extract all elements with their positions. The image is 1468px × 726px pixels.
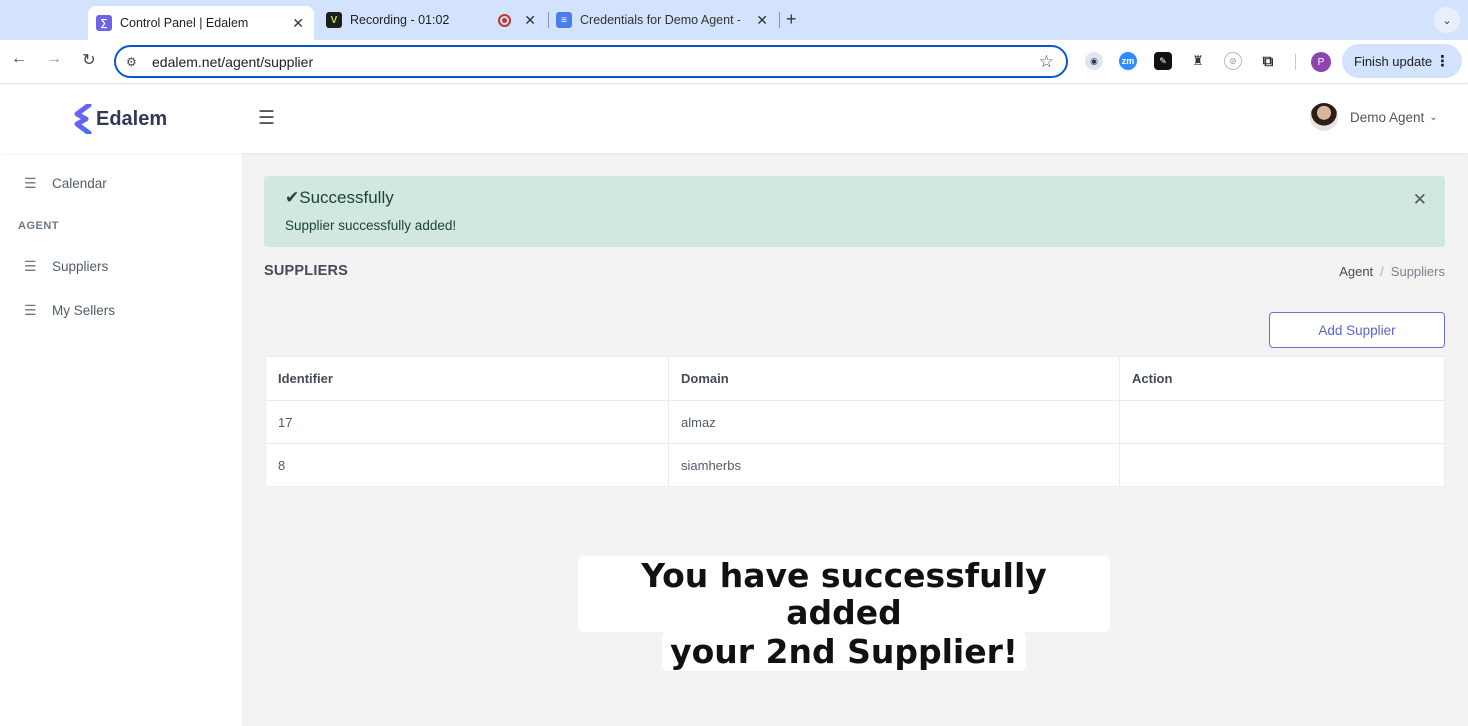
menu-hamburger-icon[interactable]: ☰: [258, 107, 275, 130]
close-icon[interactable]: ✕: [1413, 190, 1427, 210]
sidebar-item-label: Calendar: [52, 176, 107, 191]
extension-compass-icon[interactable]: ⊘: [1224, 52, 1242, 70]
url-text[interactable]: edalem.net/agent/supplier: [152, 54, 313, 70]
table-row[interactable]: 17 almaz: [265, 400, 1445, 444]
sidebar-item-calendar[interactable]: ☰ Calendar: [24, 175, 107, 192]
tab-title: Control Panel | Edalem: [120, 16, 249, 30]
cell-identifier: 17: [265, 400, 669, 444]
suppliers-table: Identifier Domain Action 17 almaz 8 siam…: [265, 356, 1445, 487]
extension-lens-icon[interactable]: ◉: [1085, 52, 1103, 70]
tab-divider: [548, 12, 549, 28]
caption-line-2: your 2nd Supplier!: [662, 632, 1026, 671]
cell-domain: siamherbs: [668, 443, 1120, 487]
tab-control-panel[interactable]: ∑ Control Panel | Edalem ✕: [88, 6, 314, 40]
brand-name: Edalem: [96, 107, 168, 130]
extension-zoom-icon[interactable]: zm: [1119, 52, 1137, 70]
cell-identifier: 8: [265, 443, 669, 487]
breadcrumb-agent[interactable]: Agent: [1339, 264, 1373, 279]
cell-domain: almaz: [668, 400, 1120, 444]
page-title: SUPPLIERS: [264, 263, 348, 279]
browser-toolbar: ← → ↻ ⚙ edalem.net/agent/supplier ☆ ◉ zm…: [0, 40, 1468, 84]
success-alert: ✔Successfully Supplier successfully adde…: [264, 176, 1445, 247]
sidebar-item-label: Suppliers: [52, 259, 109, 274]
browser-tab-bar: ∑ Control Panel | Edalem ✕ V Recording -…: [0, 0, 1468, 40]
tab-recording[interactable]: V Recording - 01:02 ✕: [326, 6, 546, 34]
reload-icon[interactable]: ↻: [78, 50, 100, 70]
forward-arrow-icon[interactable]: →: [43, 50, 65, 68]
finish-update-button[interactable]: Finish update ⋮: [1342, 44, 1462, 78]
vimeo-favicon-icon: V: [326, 12, 342, 28]
finish-update-label: Finish update: [1354, 53, 1433, 69]
extension-pen-icon[interactable]: ✎: [1154, 52, 1172, 70]
user-name: Demo Agent: [1350, 109, 1425, 125]
google-docs-favicon-icon: ≡: [556, 12, 572, 28]
tutorial-caption: You have successfully added your 2nd Sup…: [578, 556, 1110, 671]
cell-action: [1119, 400, 1445, 444]
address-bar[interactable]: ⚙ edalem.net/agent/supplier ☆: [114, 45, 1068, 78]
extension-stamp-icon[interactable]: ♜: [1189, 52, 1207, 70]
alert-title-text: Successfully: [299, 188, 394, 207]
tab-credentials[interactable]: ≡ Credentials for Demo Agent - ✕: [556, 6, 778, 34]
breadcrumb-current: Suppliers: [1390, 264, 1445, 279]
column-header-action[interactable]: Action: [1119, 356, 1445, 401]
column-header-identifier[interactable]: Identifier: [265, 356, 669, 401]
edalem-favicon-icon: ∑: [96, 15, 112, 31]
brand-logo[interactable]: Edalem: [74, 104, 167, 134]
recording-indicator-icon: [498, 13, 511, 27]
tab-title: Credentials for Demo Agent -: [580, 13, 740, 27]
table-row[interactable]: 8 siamherbs: [265, 443, 1445, 487]
sidebar-item-label: My Sellers: [52, 303, 116, 318]
toolbar-divider: [1295, 54, 1296, 70]
table-header-row: Identifier Domain Action: [265, 356, 1445, 401]
avatar: [1310, 103, 1338, 131]
bookmark-star-icon[interactable]: ☆: [1039, 52, 1054, 72]
add-supplier-button[interactable]: Add Supplier: [1269, 312, 1445, 348]
sidebar: ☰ Calendar AGENT ☰ Suppliers ☰ My Seller…: [0, 153, 242, 726]
cell-action: [1119, 443, 1445, 487]
tab-title: Recording - 01:02: [350, 13, 450, 27]
menu-kebab-icon: ⋮: [1435, 53, 1450, 70]
sidebar-item-my-sellers[interactable]: ☰ My Sellers: [24, 302, 115, 319]
extensions-puzzle-icon[interactable]: ⧉: [1259, 52, 1277, 70]
user-menu[interactable]: Demo Agent ⌄: [1310, 103, 1438, 131]
alert-message: Supplier successfully added!: [285, 218, 457, 233]
breadcrumb-separator: /: [1380, 264, 1384, 279]
profile-avatar-icon[interactable]: P: [1311, 52, 1331, 72]
column-header-domain[interactable]: Domain: [668, 356, 1120, 401]
breadcrumb: Agent / Suppliers: [1339, 264, 1445, 279]
chevron-down-icon: ⌄: [1429, 111, 1438, 123]
list-icon: ☰: [24, 175, 37, 191]
edalem-logo-icon: [74, 104, 92, 134]
site-info-icon[interactable]: ⚙: [126, 55, 142, 69]
tab-close-icon[interactable]: ✕: [292, 15, 304, 32]
alert-title: ✔Successfully: [285, 188, 394, 208]
tab-close-icon[interactable]: ✕: [524, 12, 536, 29]
tab-search-chevron-icon[interactable]: ⌄: [1434, 7, 1460, 33]
sidebar-item-suppliers[interactable]: ☰ Suppliers: [24, 258, 108, 275]
new-tab-icon[interactable]: +: [786, 9, 797, 30]
sidebar-section-heading: AGENT: [18, 220, 59, 232]
list-icon: ☰: [24, 258, 37, 274]
back-arrow-icon[interactable]: ←: [8, 50, 30, 68]
tab-close-icon[interactable]: ✕: [756, 12, 768, 29]
list-icon: ☰: [24, 302, 37, 318]
caption-line-1: You have successfully added: [578, 556, 1110, 632]
tab-divider: [779, 12, 780, 28]
check-icon: ✔: [285, 188, 300, 207]
app-header: Edalem ☰ Demo Agent ⌄: [0, 85, 1468, 153]
